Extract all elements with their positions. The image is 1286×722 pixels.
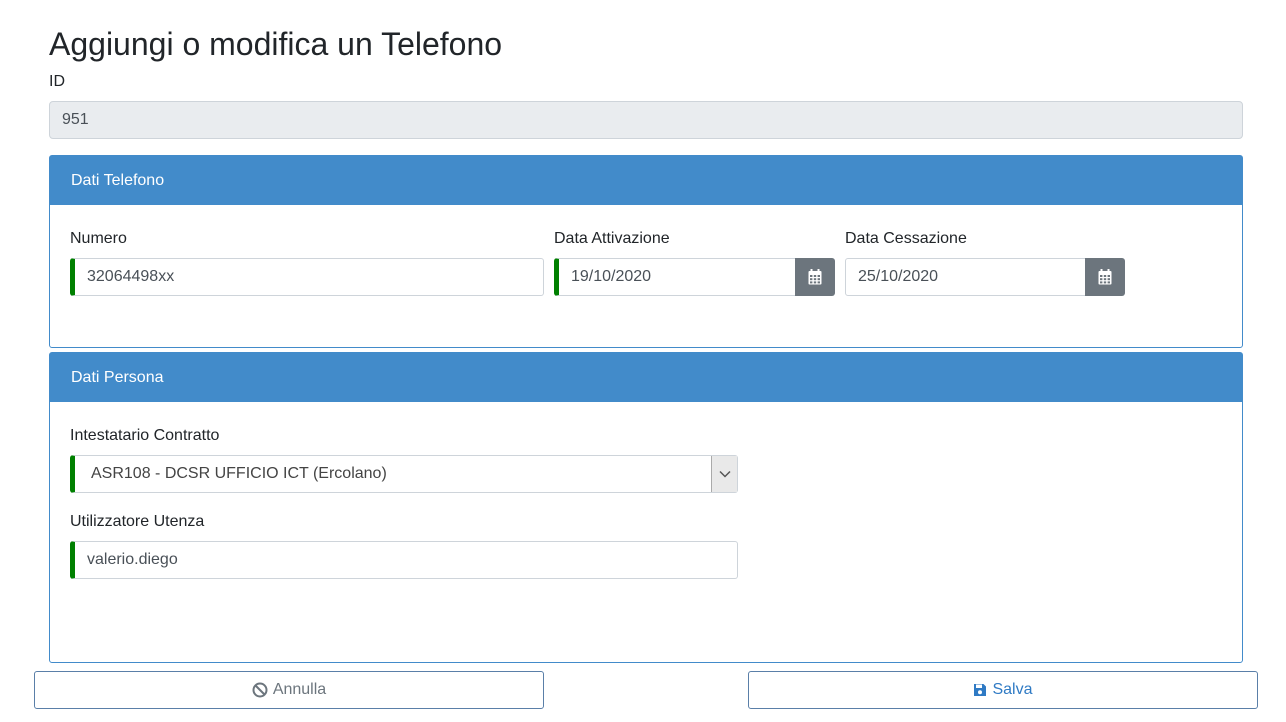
card-header-telefono: Dati Telefono bbox=[50, 156, 1242, 205]
utilizzatore-input[interactable]: valerio.diego bbox=[70, 541, 738, 579]
intestatario-label: Intestatario Contratto bbox=[70, 427, 220, 444]
data-attivazione-input[interactable]: 19/10/2020 bbox=[554, 258, 796, 296]
data-cessazione-input[interactable]: 25/10/2020 bbox=[845, 258, 1086, 296]
chevron-down-icon bbox=[718, 470, 731, 478]
save-icon bbox=[974, 684, 987, 696]
card-header-persona: Dati Persona bbox=[50, 353, 1242, 402]
id-field: 951 bbox=[49, 101, 1243, 139]
utilizzatore-label: Utilizzatore Utenza bbox=[70, 513, 205, 530]
page-title: Aggiungi o modifica un Telefono bbox=[49, 26, 503, 62]
salva-button[interactable]: Salva bbox=[748, 671, 1258, 709]
card-dati-telefono: Dati Telefono Numero 32064498xx Data Att… bbox=[49, 155, 1243, 348]
salva-label: Salva bbox=[992, 681, 1033, 698]
id-label: ID bbox=[49, 73, 65, 90]
data-cessazione-label: Data Cessazione bbox=[845, 230, 967, 247]
select-arrow[interactable] bbox=[711, 456, 737, 492]
calendar-icon bbox=[808, 269, 822, 285]
numero-label: Numero bbox=[70, 230, 127, 247]
intestatario-selected-value: ASR108 - DCSR UFFICIO ICT (Ercolano) bbox=[91, 465, 387, 482]
data-attivazione-calendar-button[interactable] bbox=[795, 258, 835, 296]
numero-input[interactable]: 32064498xx bbox=[70, 258, 544, 296]
annulla-button[interactable]: Annulla bbox=[34, 671, 544, 709]
card-dati-persona: Dati Persona Intestatario Contratto ASR1… bbox=[49, 352, 1243, 663]
data-attivazione-label: Data Attivazione bbox=[554, 230, 670, 247]
intestatario-select[interactable]: ASR108 - DCSR UFFICIO ICT (Ercolano) bbox=[70, 455, 738, 493]
data-cessazione-calendar-button[interactable] bbox=[1085, 258, 1125, 296]
annulla-label: Annulla bbox=[272, 681, 327, 698]
ban-icon bbox=[252, 682, 268, 698]
calendar-icon bbox=[1098, 269, 1112, 285]
